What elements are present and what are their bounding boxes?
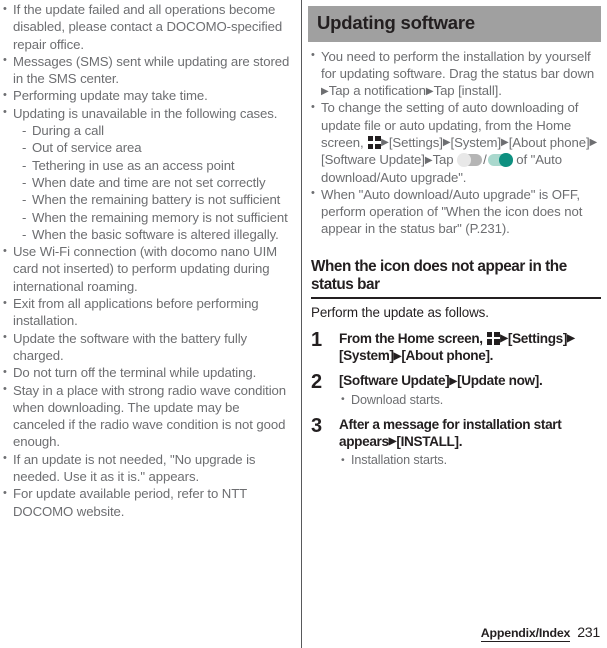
toggle-on-icon bbox=[487, 153, 513, 167]
section-heading: Updating software bbox=[308, 6, 601, 42]
list-item: For update available period, refer to NT… bbox=[3, 485, 291, 520]
bullet-text: Performing update may take time. bbox=[13, 88, 208, 104]
manual-page: If the update failed and all operations … bbox=[0, 0, 607, 648]
sub-list-item: Out of service area bbox=[13, 139, 291, 157]
step-text: [Update now]. bbox=[457, 373, 543, 389]
right-column: Updating software You need to perform th… bbox=[302, 0, 607, 648]
step-2: 2 [Software Update]▶[Update now]. Downlo… bbox=[311, 372, 601, 407]
list-item: Use Wi-Fi connection (with docomo nano U… bbox=[3, 243, 291, 295]
list-item: Do not turn off the terminal while updat… bbox=[3, 364, 291, 382]
list-item: If an update is not needed, "No upgrade … bbox=[3, 450, 291, 486]
step-note: Installation starts. bbox=[339, 452, 601, 468]
step-1: 1 From the Home screen, ▶[Settings]▶ [Sys… bbox=[311, 330, 601, 365]
step-3: 3 After a message for installation start… bbox=[311, 416, 601, 469]
step-number: 3 bbox=[311, 414, 322, 437]
triangle-icon: ▶ bbox=[425, 85, 434, 97]
step-text: [Settings] bbox=[507, 330, 568, 346]
step-note: Download starts. bbox=[339, 391, 601, 408]
step-text: From the Home screen, bbox=[339, 330, 483, 346]
subsection-heading: When the icon does not appear in the sta… bbox=[311, 257, 567, 294]
step-number: 1 bbox=[311, 328, 322, 351]
heading-rule bbox=[311, 296, 601, 299]
list-item: You need to perform the installation by … bbox=[311, 47, 601, 100]
sub-item-text: When the basic software is altered illeg… bbox=[32, 226, 279, 242]
bullet-text: Exit from all applications before perfor… bbox=[13, 296, 259, 329]
bullet-text: If an update is not needed, "No upgrade … bbox=[13, 451, 256, 485]
list-item: Exit from all applications before perfor… bbox=[3, 295, 291, 330]
bullet-text: Use Wi-Fi connection (with docomo nano U… bbox=[13, 244, 278, 294]
left-bullet-list: If the update failed and all operations … bbox=[3, 1, 291, 520]
sub-list-item: During a call bbox=[13, 122, 291, 140]
separator-text: / bbox=[483, 152, 487, 168]
list-item: Stay in a place with strong radio wave c… bbox=[3, 381, 291, 451]
sub-item-text: During a call bbox=[32, 123, 104, 139]
step-body: From the Home screen, ▶[Settings]▶ [Syste… bbox=[339, 330, 601, 365]
list-item: When "Auto download/Auto upgrade" is OFF… bbox=[311, 185, 601, 238]
triangle-icon: ▶ bbox=[424, 154, 433, 166]
list-item: Messages (SMS) sent while updating are s… bbox=[3, 52, 291, 88]
list-item: Updating is unavailable in the following… bbox=[3, 104, 291, 244]
triangle-icon: ▶ bbox=[442, 137, 451, 149]
bullet-text: If the update failed and all operations … bbox=[13, 2, 283, 52]
sub-list-item: Tethering in use as an access point bbox=[13, 157, 291, 175]
triangle-icon: ▶ bbox=[501, 137, 509, 149]
bullet-text: Messages (SMS) sent while updating are s… bbox=[13, 53, 290, 87]
sub-item-text: Out of service area bbox=[32, 140, 142, 156]
bullet-text: When "Auto download/Auto upgrade" is OFF… bbox=[321, 186, 583, 237]
triangle-icon: ▶ bbox=[321, 85, 329, 97]
step-title: [Software Update]▶[Update now]. bbox=[339, 372, 601, 389]
bullet-text: Updating is unavailable in the following… bbox=[13, 105, 278, 121]
sub-item-text: Tethering in use as an access point bbox=[32, 157, 235, 173]
bullet-text: Stay in a place with strong radio wave c… bbox=[13, 382, 287, 450]
sub-item-text: When date and time are not set correctly bbox=[32, 174, 266, 190]
footer-section-label: Appendix/Index bbox=[480, 626, 571, 642]
bullet-text: Tap [install]. bbox=[433, 83, 502, 99]
triangle-icon: ▶ bbox=[567, 333, 575, 345]
bullet-text: [Settings] bbox=[388, 134, 443, 150]
intro-text: Perform the update as follows. bbox=[311, 304, 489, 320]
right-bullet-list: You need to perform the installation by … bbox=[311, 47, 601, 238]
list-item: To change the setting of auto downloadin… bbox=[311, 99, 601, 185]
triangle-icon: ▶ bbox=[449, 375, 458, 387]
step-number: 2 bbox=[311, 371, 322, 394]
sub-list-item: When the remaining battery is not suffic… bbox=[13, 191, 291, 209]
left-column: If the update failed and all operations … bbox=[0, 0, 301, 648]
list-item: Update the software with the battery ful… bbox=[3, 329, 291, 365]
bullet-text: [Software Update] bbox=[321, 152, 425, 168]
bullet-text: Tap bbox=[432, 152, 454, 168]
step-text: [Software Update] bbox=[339, 373, 450, 389]
triangle-icon: ▶ bbox=[500, 333, 508, 345]
sub-list-item: When the remaining memory is not suffici… bbox=[13, 209, 291, 227]
bullet-text: Update the software with the battery ful… bbox=[13, 330, 248, 363]
sub-list-item: When date and time are not set correctly bbox=[13, 174, 291, 192]
sub-item-text: When the remaining battery is not suffic… bbox=[32, 192, 281, 208]
step-text: [About phone]. bbox=[401, 348, 494, 364]
bullet-text: Tap a notification bbox=[328, 83, 426, 99]
triangle-icon: ▶ bbox=[381, 137, 389, 149]
bullet-text: Do not turn off the terminal while updat… bbox=[13, 365, 257, 381]
step-body: After a message for installation start a… bbox=[339, 416, 601, 469]
toggle-off-icon bbox=[457, 153, 483, 167]
bullet-text: [System] bbox=[450, 134, 502, 150]
triangle-icon: ▶ bbox=[589, 137, 598, 149]
bullet-text: For update available period, refer to NT… bbox=[13, 486, 247, 519]
sub-item-text: When the remaining memory is not suffici… bbox=[32, 209, 288, 225]
list-item: Performing update may take time. bbox=[3, 87, 291, 105]
step-title: From the Home screen, ▶[Settings]▶ [Syste… bbox=[339, 330, 601, 365]
page-number: 231 bbox=[577, 625, 600, 641]
step-title: After a message for installation start a… bbox=[339, 416, 601, 451]
app-grid-icon bbox=[486, 331, 500, 345]
app-grid-icon bbox=[367, 135, 381, 149]
step-body: [Software Update]▶[Update now]. Download… bbox=[339, 372, 601, 407]
page-footer: Appendix/Index 231 bbox=[480, 625, 600, 642]
sub-list-item: When the basic software is altered illeg… bbox=[13, 226, 291, 244]
bullet-text: [About phone] bbox=[508, 134, 590, 150]
list-item: If the update failed and all operations … bbox=[3, 1, 291, 53]
bullet-text: You need to perform the installation by … bbox=[321, 48, 595, 81]
step-text: [INSTALL]. bbox=[396, 433, 463, 449]
step-text: [System] bbox=[339, 348, 394, 364]
